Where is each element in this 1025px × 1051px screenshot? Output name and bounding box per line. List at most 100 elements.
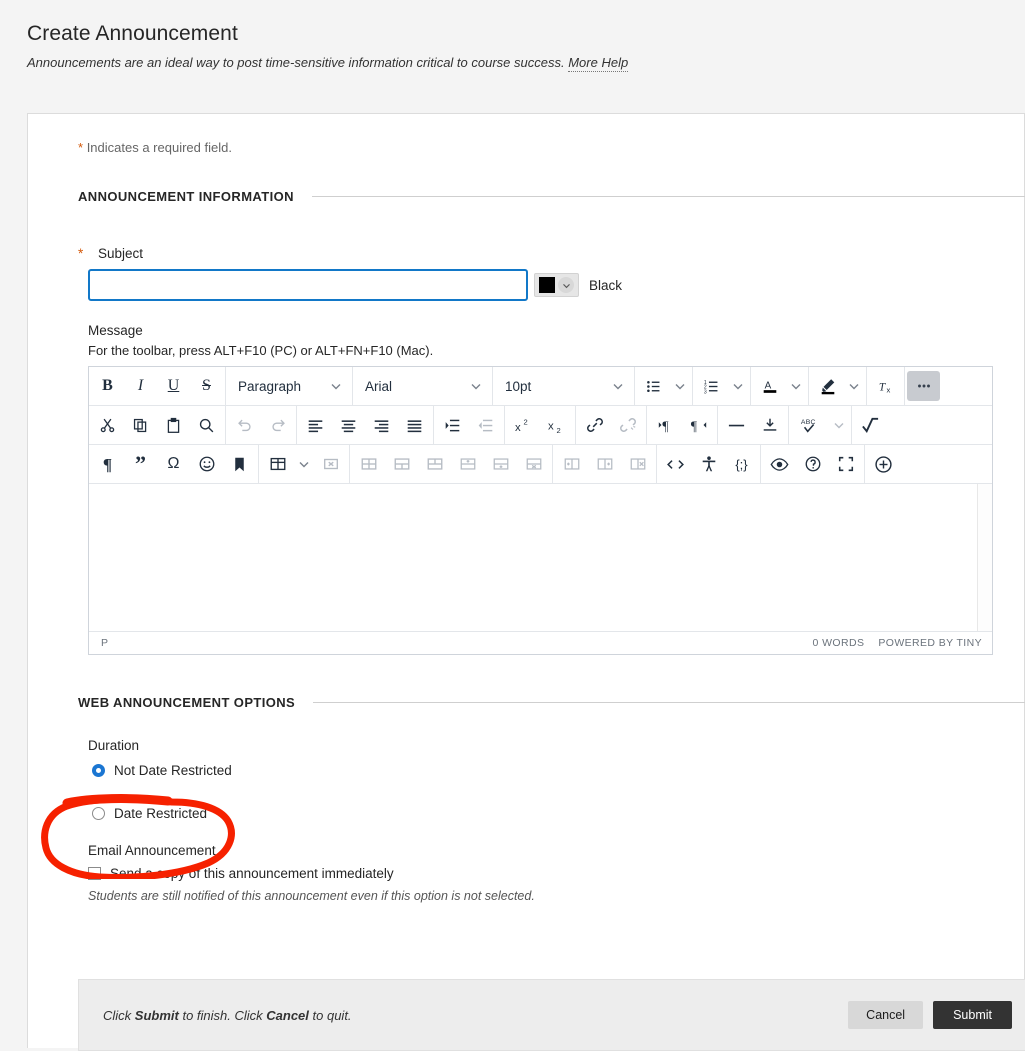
highlight-color-icon[interactable]: [811, 371, 844, 401]
cut-icon[interactable]: [91, 410, 124, 440]
chevron-down-icon: [470, 380, 482, 392]
insert-column-after-icon: [588, 449, 621, 479]
radio-icon-unselected[interactable]: [92, 807, 105, 820]
subscript-icon[interactable]: x 2: [540, 410, 573, 440]
chevron-down-icon[interactable]: [294, 449, 314, 479]
radio-label: Not Date Restricted: [114, 763, 232, 778]
clear-formatting-icon[interactable]: T x: [869, 371, 902, 401]
fullscreen-icon[interactable]: [829, 449, 862, 479]
chevron-down-icon[interactable]: [829, 410, 849, 440]
radio-not-date-restricted[interactable]: Not Date Restricted: [92, 763, 1024, 778]
chevron-down-icon[interactable]: [558, 277, 574, 293]
merge-cells-icon: [385, 449, 418, 479]
special-character-icon[interactable]: Ω: [157, 449, 190, 479]
block-format-select[interactable]: Paragraph: [228, 371, 350, 401]
color-swatch-icon: [539, 277, 555, 293]
align-center-icon[interactable]: [332, 410, 365, 440]
strikethrough-icon[interactable]: S: [190, 371, 223, 401]
spellcheck-icon[interactable]: ABC: [791, 410, 829, 440]
form-card: * Indicates a required field. ANNOUNCEME…: [27, 113, 1025, 1051]
toolbar-group-text-color: A: [751, 367, 809, 405]
help-icon[interactable]: [796, 449, 829, 479]
toolbar-group-clear-format: T x: [867, 367, 905, 405]
blockquote-icon[interactable]: ”: [124, 449, 157, 479]
svg-text:x: x: [515, 422, 521, 434]
justify-icon[interactable]: [398, 410, 431, 440]
table-icon[interactable]: [261, 449, 294, 479]
radio-date-restricted[interactable]: Date Restricted: [92, 806, 1024, 821]
cancel-button[interactable]: Cancel: [848, 1001, 924, 1029]
email-announcement-label: Email Announcement: [88, 843, 216, 858]
element-path[interactable]: P: [101, 637, 108, 649]
horizontal-rule-icon[interactable]: [720, 410, 753, 440]
checkbox-icon[interactable]: [88, 867, 101, 880]
radio-icon-selected[interactable]: [92, 764, 105, 777]
tiny-branding[interactable]: POWERED BY TINY: [878, 637, 982, 649]
footer-buttons: Cancel Submit: [848, 1001, 1012, 1029]
decrease-indent-icon[interactable]: [469, 410, 502, 440]
page-break-icon[interactable]: [753, 410, 786, 440]
toolbar-group-highlight-color: [809, 367, 867, 405]
color-picker-button[interactable]: [534, 273, 579, 297]
link-icon[interactable]: [578, 410, 611, 440]
svg-text:¶: ¶: [662, 418, 668, 433]
increase-indent-icon[interactable]: [436, 410, 469, 440]
copy-icon[interactable]: [124, 410, 157, 440]
font-size-select[interactable]: 10pt: [495, 371, 632, 401]
superscript-icon[interactable]: x 2: [507, 410, 540, 440]
checkbox-label: Send a copy of this announcement immedia…: [110, 866, 394, 881]
toolbar-group-alignment: [297, 406, 434, 444]
redo-icon[interactable]: [261, 410, 294, 440]
editor-content-area[interactable]: [89, 484, 992, 632]
svg-text:x: x: [548, 420, 554, 432]
anchor-icon[interactable]: [223, 449, 256, 479]
toolbar-group-numbered-list: 1 2 3: [693, 367, 751, 405]
search-icon[interactable]: [190, 410, 223, 440]
send-copy-checkbox-row[interactable]: Send a copy of this announcement immedia…: [88, 866, 1024, 881]
unlink-icon[interactable]: [611, 410, 644, 440]
chevron-down-icon[interactable]: [786, 371, 806, 401]
more-toolbar-icon[interactable]: [907, 371, 940, 401]
numbered-list-icon[interactable]: 1 2 3: [695, 371, 728, 401]
align-left-icon[interactable]: [299, 410, 332, 440]
toolbar-group-block-format: Paragraph: [226, 367, 353, 405]
text-color-icon[interactable]: A: [753, 371, 786, 401]
bullet-list-icon[interactable]: [637, 371, 670, 401]
bold-icon[interactable]: B: [91, 371, 124, 401]
chevron-down-icon[interactable]: [670, 371, 690, 401]
editor-scrollbar[interactable]: [977, 484, 992, 631]
ltr-icon[interactable]: ¶: [649, 410, 682, 440]
more-help-link[interactable]: More Help: [568, 55, 629, 72]
svg-text:¶: ¶: [690, 418, 696, 433]
submit-button[interactable]: Submit: [933, 1001, 1012, 1029]
font-family-value: Arial: [365, 378, 393, 394]
undo-icon[interactable]: [228, 410, 261, 440]
svg-text:x: x: [886, 385, 890, 394]
footer-submit-word: Submit: [134, 1007, 179, 1023]
toolbar-group-math: [852, 406, 889, 444]
align-right-icon[interactable]: [365, 410, 398, 440]
font-size-value: 10pt: [505, 378, 532, 394]
rtl-icon[interactable]: ¶: [682, 410, 715, 440]
font-family-select[interactable]: Arial: [355, 371, 490, 401]
paste-icon[interactable]: [157, 410, 190, 440]
italic-icon[interactable]: I: [124, 371, 157, 401]
underline-icon[interactable]: U: [157, 371, 190, 401]
chevron-down-icon[interactable]: [728, 371, 748, 401]
toolbar-group-lists: [635, 367, 693, 405]
section-web-announcement-options: WEB ANNOUNCEMENT OPTIONS: [78, 695, 1025, 710]
math-icon[interactable]: [854, 410, 887, 440]
delete-row-icon: [517, 449, 550, 479]
show-blocks-icon[interactable]: ¶: [91, 449, 124, 479]
preview-icon[interactable]: [763, 449, 796, 479]
editor-toolbar-row-2: x 2 x 2 ¶ ¶ ABC: [89, 406, 992, 445]
insert-row-after-icon: [484, 449, 517, 479]
subject-input[interactable]: [88, 269, 528, 301]
code-sample-icon[interactable]: {;}: [725, 449, 758, 479]
toolbar-group-link: [576, 406, 647, 444]
source-code-icon[interactable]: [659, 449, 692, 479]
accessibility-check-icon[interactable]: [692, 449, 725, 479]
add-icon[interactable]: [867, 449, 900, 479]
chevron-down-icon[interactable]: [844, 371, 864, 401]
emoticons-icon[interactable]: [190, 449, 223, 479]
